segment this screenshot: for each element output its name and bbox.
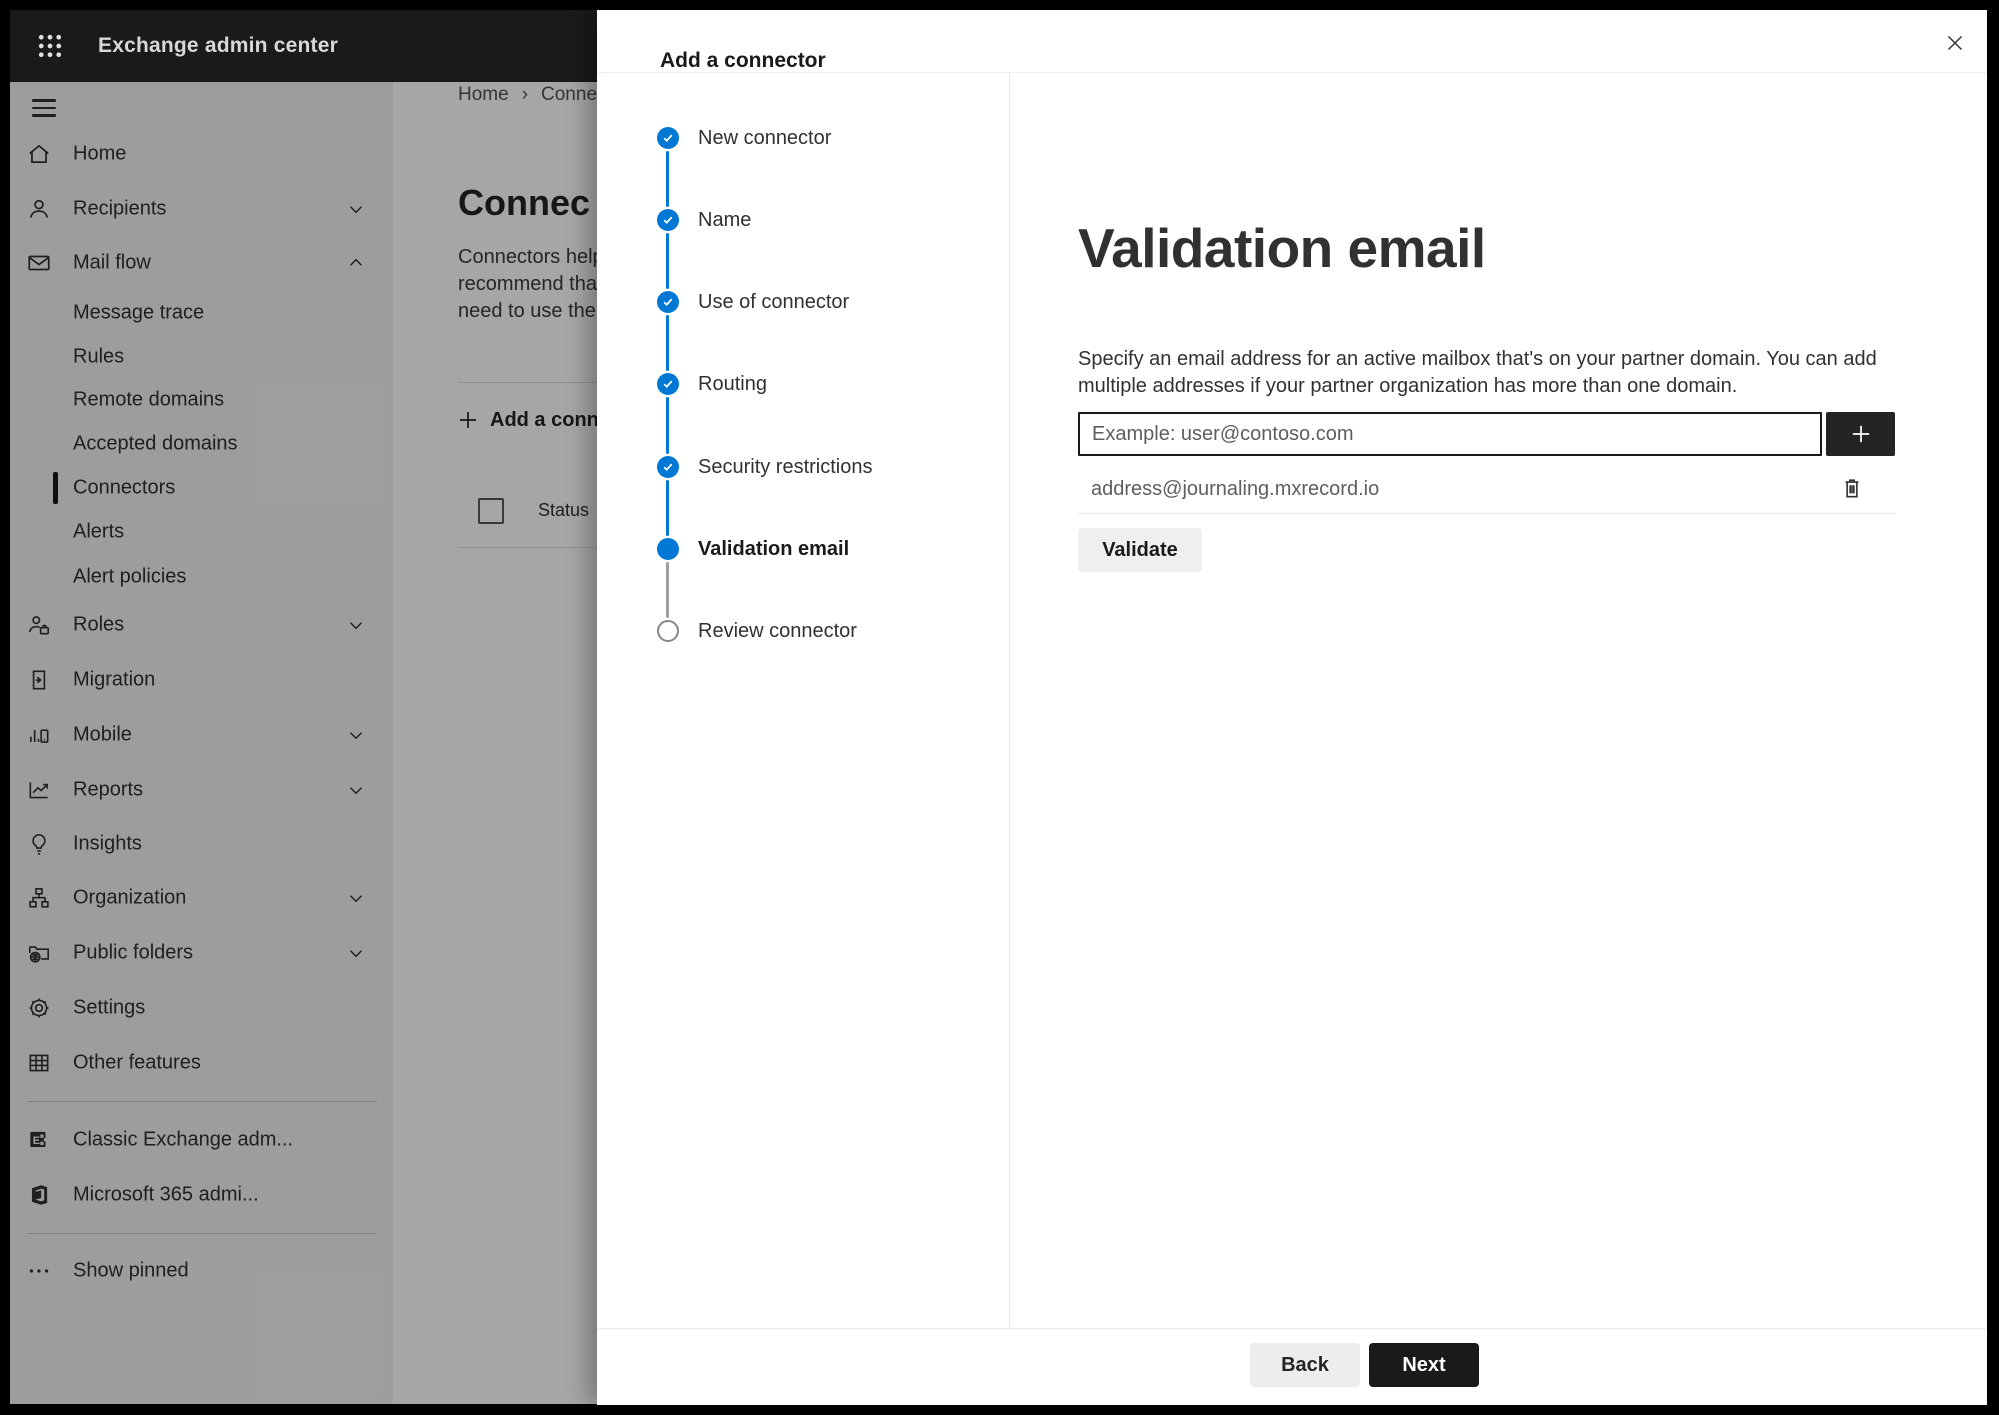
step-label: Name [698, 208, 752, 231]
step-connector-line [666, 151, 669, 207]
wizard-step-name[interactable]: Name [657, 200, 751, 240]
wizard-step-review-connector[interactable]: Review connector [657, 611, 857, 651]
step-label: Security restrictions [698, 455, 873, 478]
validate-button[interactable]: Validate [1078, 528, 1202, 572]
step-label: Routing [698, 372, 767, 395]
validation-email-input[interactable] [1078, 412, 1822, 456]
step-completed-check-icon [657, 127, 679, 149]
address-email: address@journaling.mxrecord.io [1091, 477, 1380, 500]
panel-title: Add a connector [660, 49, 826, 73]
step-connector-line [666, 397, 669, 454]
divider [1078, 513, 1895, 514]
next-button[interactable]: Next [1369, 1343, 1479, 1387]
add-email-button[interactable] [1826, 412, 1895, 456]
app-title: Exchange admin center [98, 34, 338, 57]
step-heading: Validation email [1078, 216, 1486, 279]
wizard-step-routing[interactable]: Routing [657, 364, 767, 404]
back-button[interactable]: Back [1250, 1343, 1360, 1387]
waffle-dots [38, 34, 62, 58]
trash-icon [1845, 478, 1859, 497]
step-connector-line [666, 315, 669, 371]
step-connector-line [666, 480, 669, 536]
wizard-steps: New connector Name Use of connector Rout… [597, 72, 1010, 1328]
step-completed-check-icon [657, 456, 679, 478]
panel-header: Add a connector [597, 10, 1987, 73]
step-completed-check-icon [657, 209, 679, 231]
close-icon[interactable] [1937, 24, 1973, 60]
step-description: Specify an email address for an active m… [1078, 348, 1877, 397]
step-connector-line [666, 233, 669, 289]
step-completed-check-icon [657, 373, 679, 395]
wizard-step-new-connector[interactable]: New connector [657, 118, 831, 158]
step-upcoming-circle-icon [657, 620, 679, 642]
step-current-dot-icon [657, 538, 679, 560]
address-list-item: address@journaling.mxrecord.io [1078, 468, 1895, 510]
step-label: New connector [698, 126, 832, 149]
step-connector-line [666, 562, 669, 618]
screenshot-frame: Exchange admin center Home Recipients Ma… [0, 0, 1999, 1415]
wizard-step-use-of-connector[interactable]: Use of connector [657, 282, 849, 322]
step-label: Use of connector [698, 290, 850, 313]
step-label: Validation email [698, 537, 850, 560]
step-label: Review connector [698, 619, 857, 642]
step-completed-check-icon [657, 291, 679, 313]
app-launcher-icon[interactable] [24, 20, 76, 72]
panel-footer: Back Next [597, 1328, 1987, 1405]
plus-icon [1852, 425, 1869, 443]
delete-address-button[interactable] [1835, 472, 1869, 506]
add-connector-panel: Add a connector New connector Name Use o… [597, 10, 1987, 1405]
wizard-step-validation-email[interactable]: Validation email [657, 529, 849, 569]
wizard-step-security-restrictions[interactable]: Security restrictions [657, 447, 873, 487]
